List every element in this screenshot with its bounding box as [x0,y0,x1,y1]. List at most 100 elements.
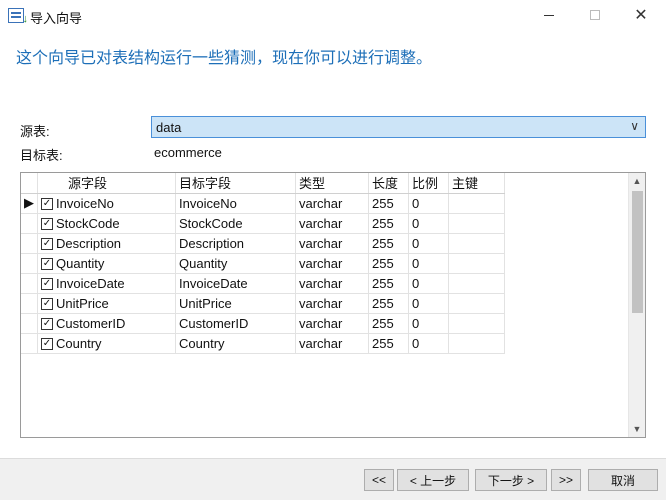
current-row-indicator [21,293,38,314]
column-header-primary-key[interactable]: 主键 [448,173,505,194]
minimize-icon [544,14,554,16]
include-checkbox[interactable]: ✓ [41,218,53,231]
length-cell[interactable]: 255 [368,193,409,214]
source-field-cell[interactable]: ✓ Quantity [37,253,176,274]
primary-key-cell[interactable] [448,213,505,234]
type-cell[interactable]: varchar [295,233,369,254]
type-cell[interactable]: varchar [295,333,369,354]
next-step-button[interactable]: 下一步 > [475,469,547,491]
include-checkbox[interactable]: ✓ [41,238,53,251]
scale-cell[interactable]: 0 [408,333,449,354]
length-cell[interactable]: 255 [368,313,409,334]
current-row-indicator: ▶ [21,193,38,214]
source-field-cell[interactable]: ✓ Description [37,233,176,254]
table-row[interactable]: ▶ ✓ InvoiceNo InvoiceNo varchar 255 0 [21,193,505,214]
source-field-name: Quantity [56,255,105,271]
primary-key-cell[interactable] [448,193,505,214]
scale-cell[interactable]: 0 [408,313,449,334]
type-cell[interactable]: varchar [295,293,369,314]
table-row[interactable]: ✓ Country Country varchar 255 0 [21,333,505,354]
target-table-label: 目标表: [20,148,63,163]
length-cell[interactable]: 255 [368,273,409,294]
include-checkbox[interactable]: ✓ [41,318,53,331]
table-row[interactable]: ✓ InvoiceDate InvoiceDate varchar 255 0 [21,273,505,294]
scroll-down-icon[interactable]: ▼ [629,421,645,437]
primary-key-cell[interactable] [448,313,505,334]
target-field-cell[interactable]: StockCode [175,213,296,234]
scale-cell[interactable]: 0 [408,293,449,314]
type-cell[interactable]: varchar [295,193,369,214]
primary-key-cell[interactable] [448,253,505,274]
length-cell[interactable]: 255 [368,253,409,274]
last-step-button[interactable]: >> [551,469,581,491]
target-field-cell[interactable]: Quantity [175,253,296,274]
type-cell[interactable]: varchar [295,213,369,234]
chevron-down-icon[interactable]: ∨ [630,119,639,133]
scale-cell[interactable]: 0 [408,273,449,294]
include-checkbox[interactable]: ✓ [41,258,53,271]
column-header-length[interactable]: 长度 [368,173,409,194]
table-row[interactable]: ✓ StockCode StockCode varchar 255 0 [21,213,505,234]
import-wizard-icon: ↓ [8,8,28,25]
source-field-cell[interactable]: ✓ UnitPrice [37,293,176,314]
primary-key-cell[interactable] [448,293,505,314]
field-mapping-grid[interactable]: 源字段 目标字段 类型 长度 比例 主键 ▶ ✓ InvoiceNo InvoiceN… [20,172,646,438]
previous-step-button[interactable]: < 上一步 [397,469,469,491]
source-table-combobox[interactable]: data ∨ [151,116,646,138]
column-header-type[interactable]: 类型 [295,173,369,194]
scrollbar-thumb[interactable] [632,191,643,313]
include-checkbox[interactable]: ✓ [41,278,53,291]
current-row-indicator [21,313,38,334]
field-mapping-table: 源字段 目标字段 类型 长度 比例 主键 ▶ ✓ InvoiceNo InvoiceN… [21,173,505,354]
source-field-cell[interactable]: ✓ InvoiceDate [37,273,176,294]
length-cell[interactable]: 255 [368,333,409,354]
source-field-name: Description [56,235,122,251]
maximize-icon [590,10,600,20]
vertical-scrollbar[interactable]: ▲ ▼ [628,173,645,437]
current-row-indicator [21,273,38,294]
close-button[interactable]: ✕ [618,0,664,30]
source-field-cell[interactable]: ✓ Country [37,333,176,354]
target-field-cell[interactable]: InvoiceNo [175,193,296,214]
scale-cell[interactable]: 0 [408,193,449,214]
target-field-cell[interactable]: Country [175,333,296,354]
table-row[interactable]: ✓ UnitPrice UnitPrice varchar 255 0 [21,293,505,314]
table-row[interactable]: ✓ CustomerID CustomerID varchar 255 0 [21,313,505,334]
scale-cell[interactable]: 0 [408,233,449,254]
length-cell[interactable]: 255 [368,213,409,234]
column-header-target-field[interactable]: 目标字段 [175,173,296,194]
target-table-value: ecommerce [154,145,222,160]
length-cell[interactable]: 255 [368,233,409,254]
source-field-cell[interactable]: ✓ StockCode [37,213,176,234]
primary-key-cell[interactable] [448,333,505,354]
type-cell[interactable]: varchar [295,273,369,294]
table-row[interactable]: ✓ Description Description varchar 255 0 [21,233,505,254]
maximize-button[interactable] [572,0,618,30]
column-header-source-field[interactable]: 源字段 [37,173,176,194]
table-row[interactable]: ✓ Quantity Quantity varchar 255 0 [21,253,505,274]
type-cell[interactable]: varchar [295,253,369,274]
column-header-scale[interactable]: 比例 [408,173,449,194]
cancel-button[interactable]: 取消 [588,469,658,491]
target-field-cell[interactable]: UnitPrice [175,293,296,314]
primary-key-cell[interactable] [448,273,505,294]
target-field-cell[interactable]: Description [175,233,296,254]
scroll-up-icon[interactable]: ▲ [629,173,645,189]
include-checkbox[interactable]: ✓ [41,298,53,311]
source-field-cell[interactable]: ✓ CustomerID [37,313,176,334]
include-checkbox[interactable]: ✓ [41,338,53,351]
scale-cell[interactable]: 0 [408,253,449,274]
first-step-button[interactable]: << [364,469,394,491]
target-field-cell[interactable]: InvoiceDate [175,273,296,294]
include-checkbox[interactable]: ✓ [41,198,53,211]
current-row-indicator [21,333,38,354]
primary-key-cell[interactable] [448,233,505,254]
close-icon: ✕ [634,7,648,24]
target-field-cell[interactable]: CustomerID [175,313,296,334]
scale-cell[interactable]: 0 [408,213,449,234]
length-cell[interactable]: 255 [368,293,409,314]
minimize-button[interactable] [526,0,572,30]
source-field-cell[interactable]: ✓ InvoiceNo [37,193,176,214]
wizard-footer: << < 上一步 下一步 > >> 取消 [0,458,666,500]
type-cell[interactable]: varchar [295,313,369,334]
